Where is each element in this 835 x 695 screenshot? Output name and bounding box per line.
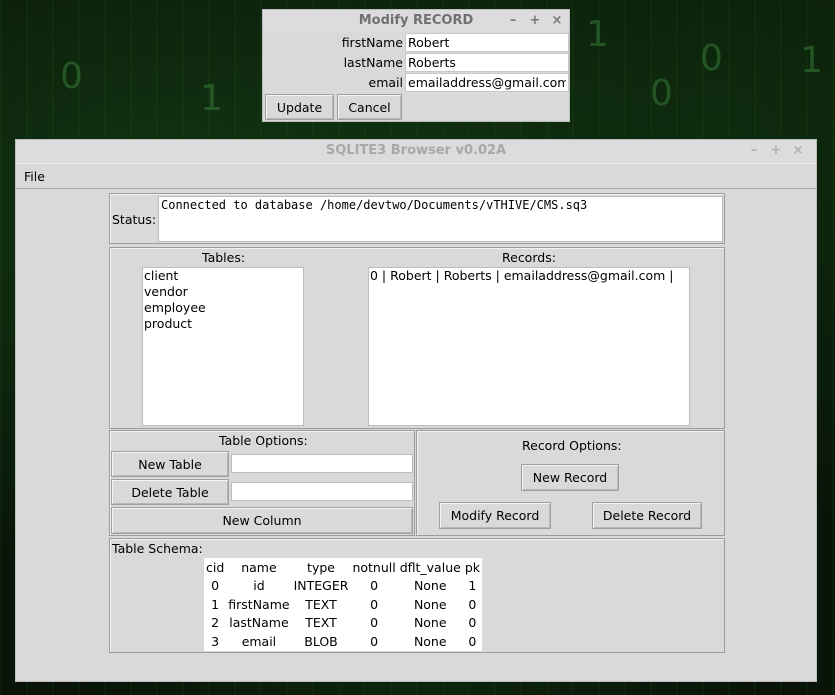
schema-cell: email — [241, 633, 277, 649]
new-table-button[interactable]: New Table — [111, 451, 229, 477]
lastname-row: lastName — [263, 53, 569, 73]
firstname-field[interactable] — [405, 33, 569, 52]
schema-cell: TEXT — [305, 596, 337, 612]
sqlite-browser-window: SQLITE3 Browser v0.02A – + × File Status… — [15, 139, 817, 682]
schema-table: cid name type notnull dflt_value pk 0 id… — [204, 558, 482, 651]
status-text: Connected to database /home/devtwo/Docum… — [161, 198, 588, 212]
table-row: 2 lastName TEXT 0 None 0 — [204, 614, 482, 633]
menu-file[interactable]: File — [24, 169, 45, 184]
background-digit: 0 — [60, 56, 83, 97]
tables-listbox[interactable]: client vendor employee product — [142, 267, 304, 426]
schema-cell: 1 — [211, 596, 220, 612]
table-row: 1 firstName TEXT 0 None 0 — [204, 595, 482, 614]
schema-header-type: type — [307, 559, 335, 575]
schema-cell: None — [413, 596, 447, 612]
new-record-button[interactable]: New Record — [521, 464, 619, 491]
minimize-icon[interactable]: – — [748, 140, 760, 162]
records-listbox[interactable]: 0 | Robert | Roberts | emailaddress@gmai… — [368, 267, 690, 426]
modify-dialog-titlebar[interactable]: Modify RECORD – + × — [263, 10, 569, 32]
schema-header-pk: pk — [464, 559, 480, 575]
close-icon[interactable]: × — [792, 140, 804, 162]
modify-dialog-title: Modify RECORD — [358, 13, 474, 28]
delete-table-button[interactable]: Delete Table — [111, 479, 229, 505]
schema-cell: 1 — [468, 578, 477, 594]
schema-cell: 0 — [370, 633, 379, 649]
schema-cell: 0 — [370, 596, 379, 612]
record-options-label: Record Options: — [522, 438, 622, 453]
main-window-title: SQLITE3 Browser v0.02A — [325, 143, 507, 158]
schema-cell: None — [413, 633, 447, 649]
tables-records-frame: Tables: client vendor employee product R… — [109, 247, 725, 429]
status-text-box: Connected to database /home/devtwo/Docum… — [158, 196, 723, 242]
maximize-icon[interactable]: + — [529, 10, 541, 32]
background-digit: 1 — [800, 40, 823, 81]
modify-record-button[interactable]: Modify Record — [439, 502, 551, 529]
background-digit: 1 — [586, 14, 609, 55]
table-row: 0 id INTEGER 0 None 1 — [204, 577, 482, 596]
schema-cell: BLOB — [304, 633, 338, 649]
schema-header-cid: cid — [206, 559, 225, 575]
schema-cell: None — [413, 615, 447, 631]
schema-cell: 3 — [211, 633, 220, 649]
table-list-item[interactable]: product — [143, 316, 303, 332]
schema-cell: 0 — [468, 633, 477, 649]
new-table-name-input[interactable] — [231, 454, 413, 473]
maximize-icon[interactable]: + — [770, 140, 782, 162]
schema-cell: 0 — [468, 615, 477, 631]
schema-header-row: cid name type notnull dflt_value pk — [204, 558, 482, 577]
table-list-item[interactable]: employee — [143, 300, 303, 316]
menu-bar: File — [16, 163, 816, 189]
delete-record-button[interactable]: Delete Record — [592, 502, 702, 529]
background-digit: 1 — [200, 78, 223, 119]
status-frame: Status: Connected to database /home/devt… — [109, 193, 725, 244]
tables-label: Tables: — [202, 250, 246, 265]
schema-cell: TEXT — [305, 615, 337, 631]
delete-table-name-input[interactable] — [231, 482, 413, 501]
table-list-item[interactable]: vendor — [143, 284, 303, 300]
background-digit: 0 — [650, 73, 673, 114]
background-digit: 0 — [700, 38, 723, 79]
schema-header-dflt-value: dflt_value — [399, 559, 461, 575]
email-label: email — [368, 75, 403, 90]
table-list-item[interactable]: client — [143, 268, 303, 284]
close-icon[interactable]: × — [551, 10, 563, 32]
lastname-label: lastName — [343, 55, 403, 70]
schema-cell: firstName — [228, 596, 290, 612]
table-schema-frame: Table Schema: cid name type notnull dflt… — [109, 538, 725, 653]
table-options-frame: Table Options: New Table Delete Table Ne… — [109, 430, 415, 536]
email-field[interactable] — [405, 73, 569, 92]
firstname-row: firstName — [263, 33, 569, 53]
record-list-item[interactable]: 0 | Robert | Roberts | emailaddress@gmai… — [369, 268, 689, 284]
schema-cell: 0 — [370, 578, 379, 594]
schema-cell: None — [413, 578, 447, 594]
schema-cell: 2 — [211, 615, 220, 631]
main-window-titlebar[interactable]: SQLITE3 Browser v0.02A – + × — [16, 140, 816, 162]
schema-cell: lastName — [229, 615, 289, 631]
table-options-label: Table Options: — [219, 433, 308, 448]
minimize-icon[interactable]: – — [507, 10, 519, 32]
record-options-frame: Record Options: New Record Modify Record… — [416, 430, 725, 536]
status-label: Status: — [112, 212, 157, 227]
update-button[interactable]: Update — [265, 94, 334, 120]
email-row: email — [263, 73, 569, 93]
schema-cell: 0 — [211, 578, 220, 594]
table-row: 3 email BLOB 0 None 0 — [204, 632, 482, 651]
new-column-button[interactable]: New Column — [111, 507, 413, 534]
records-label: Records: — [502, 250, 556, 265]
schema-cell: 0 — [370, 615, 379, 631]
lastname-field[interactable] — [405, 53, 569, 72]
schema-cell: id — [253, 578, 265, 594]
firstname-label: firstName — [341, 35, 403, 50]
modify-record-dialog: Modify RECORD – + × firstName lastName e… — [262, 9, 570, 122]
table-schema-label: Table Schema: — [112, 541, 203, 556]
schema-cell: 0 — [468, 596, 477, 612]
schema-cell: INTEGER — [293, 578, 349, 594]
schema-header-name: name — [241, 559, 277, 575]
schema-header-notnull: notnull — [352, 559, 396, 575]
cancel-button[interactable]: Cancel — [337, 94, 402, 120]
